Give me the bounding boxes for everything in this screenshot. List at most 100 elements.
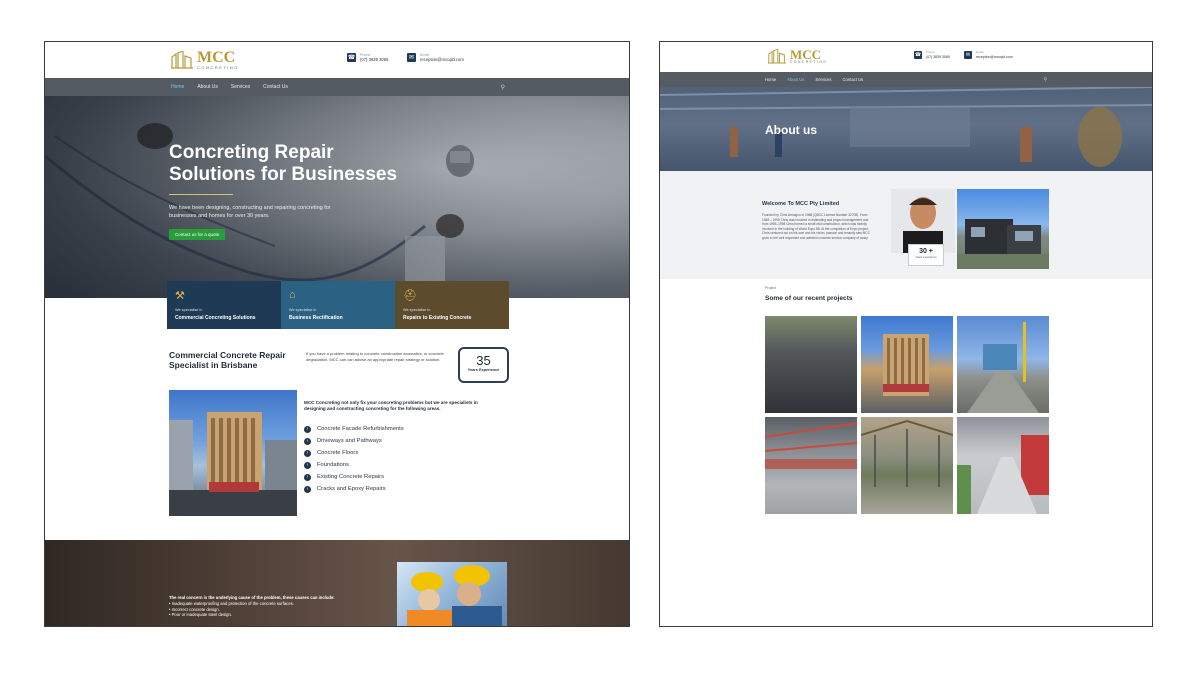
services-row: ⚒ We specialise in Commercial Concreting… [167, 281, 509, 329]
nav-about-us[interactable]: About Us [787, 77, 804, 82]
about-hero-title: About us [765, 123, 817, 137]
causes-text: The real concern is the underlying cause… [169, 595, 369, 618]
search-icon[interactable]: ⚲ [501, 84, 505, 91]
service-pre: We specialise in [289, 308, 317, 312]
phone-contact[interactable]: ☎ Phone (07) 3839 3065 [347, 53, 388, 63]
email-value: reception@mccqld.com [976, 54, 1013, 59]
service-card-commercial[interactable]: ⚒ We specialise in Commercial Concreting… [167, 281, 281, 329]
list-item: › Driveways and Pathways [304, 435, 404, 447]
service-name: Commercial Concreting Solutions [175, 315, 256, 321]
email-value: reception@mccqld.com [420, 57, 464, 63]
welcome-title: Welcome To MCC Pty Limited [762, 201, 840, 207]
chevron-right-icon: › [304, 473, 311, 481]
service-card-repairs[interactable]: ⛑ We specialise in Repairs to Existing C… [395, 281, 509, 329]
logo[interactable]: MCC CONCRETING [768, 48, 827, 64]
chevron-right-icon: › [304, 449, 311, 457]
chevron-right-icon: › [304, 461, 311, 469]
contact-quote-button[interactable]: Contact us for a quote [169, 229, 226, 240]
home-page-screenshot: MCC CONCRETING ☎ Phone (07) 3839 3065 ✉ … [44, 41, 630, 627]
experience-label: Years Experience [467, 368, 500, 372]
nav-services[interactable]: Services [231, 84, 250, 90]
main-nav: Home About Us Services Contact Us ⚲ [45, 78, 629, 96]
experience-number: 35 [476, 353, 491, 368]
experience-badge: 30 + Years experience [908, 244, 944, 266]
phone-value: (07) 3839 3065 [360, 57, 389, 63]
list-item: › Foundations [304, 459, 404, 471]
service-pre: We specialise in [403, 308, 431, 312]
experience-number: 30 + [919, 248, 933, 255]
project-photo-6[interactable] [957, 417, 1049, 514]
list-item-label: Existing Concrete Repairs [317, 474, 385, 480]
welcome-text: Founded by Chris Armagno in 1988 (QBCC L… [762, 213, 870, 240]
hero-subtitle: We have been designing, constructing and… [169, 205, 331, 219]
causes-section: The real concern is the underlying cause… [45, 540, 629, 626]
about-hero-banner: About us [660, 87, 1152, 171]
experience-badge: 35 Years Experience [458, 347, 509, 383]
phone-value: (07) 3839 3065 [926, 54, 950, 59]
intro-text: MCC Concreting not only fix your concret… [304, 400, 478, 412]
mail-icon: ✉ [964, 51, 972, 60]
areas-list: › Concrete Facade Refurbishments › Drivewa… [304, 423, 404, 495]
list-item: › Existing Concrete Repairs [304, 471, 404, 483]
logo-sub-text: CONCRETING [197, 65, 239, 70]
email-contact[interactable]: ✉ Email reception@mccqld.com [407, 53, 464, 63]
chevron-right-icon: › [304, 437, 311, 445]
hero-divider [169, 194, 233, 195]
hero-banner: Concreting Repair Solutions for Business… [45, 96, 629, 298]
site-header: MCC CONCRETING ☎ Phone (07) 3839 3065 ✉ … [660, 42, 1152, 72]
workers-photo [397, 562, 507, 626]
phone-icon: ☎ [914, 51, 922, 60]
list-item-label: Foundations [317, 462, 349, 468]
nav-services[interactable]: Services [815, 77, 831, 82]
building-photo [169, 390, 297, 516]
nav-contact-us[interactable]: Contact Us [263, 84, 288, 90]
projects-grid [765, 316, 1049, 514]
nav-about-us[interactable]: About Us [197, 84, 218, 90]
logo[interactable]: MCC CONCRETING [171, 50, 239, 70]
service-card-rectification[interactable]: ⌂ We specialise in Business Rectificatio… [281, 281, 395, 329]
experience-label: Years experience [915, 255, 937, 259]
list-item-label: Driveways and Pathways [317, 438, 382, 444]
building-logo-icon [171, 51, 193, 69]
welcome-section: Welcome To MCC Pty Limited Founded by Ch… [660, 171, 1152, 279]
phone-contact[interactable]: ☎ Phone (07) 3839 3065 [914, 50, 950, 60]
project-photo-1[interactable] [765, 316, 857, 413]
building-logo-icon [768, 48, 786, 64]
nav-home[interactable]: Home [171, 84, 184, 90]
chevron-right-icon: › [304, 425, 311, 433]
hard-hat-icon: ⛑ [403, 290, 417, 302]
chevron-right-icon: › [304, 485, 311, 493]
project-photo-5[interactable] [861, 417, 953, 514]
nav-home[interactable]: Home [765, 77, 776, 82]
section-title: Commercial Concrete Repair Specialist in… [169, 350, 286, 370]
logo-main-text: MCC [197, 49, 236, 66]
house-icon: ⌂ [289, 289, 296, 301]
list-item-label: Cracks and Epoxy Repairs [317, 486, 386, 492]
list-item: › Cracks and Epoxy Repairs [304, 483, 404, 495]
about-page-screenshot: MCC CONCRETING ☎ Phone (07) 3839 3065 ✉ … [659, 41, 1153, 627]
modern-house-photo [957, 189, 1049, 269]
site-header: MCC CONCRETING ☎ Phone (07) 3839 3065 ✉ … [45, 42, 629, 78]
project-photo-3[interactable] [957, 316, 1049, 413]
service-name: Business Rectification [289, 315, 343, 321]
project-photo-2[interactable] [861, 316, 953, 413]
mail-icon: ✉ [407, 53, 416, 63]
search-icon[interactable]: ⚲ [1043, 77, 1047, 83]
causes-item: • Poor or inadequate steel design. [169, 612, 232, 618]
hero-title: Concreting Repair Solutions for Business… [169, 142, 398, 185]
phone-icon: ☎ [347, 53, 356, 63]
projects-title: Some of our recent projects [765, 295, 853, 302]
projects-pre-label: Project [765, 286, 777, 290]
excavator-icon: ⚒ [175, 290, 185, 302]
email-contact[interactable]: ✉ Email reception@mccqld.com [964, 50, 1013, 60]
logo-sub-text: CONCRETING [790, 60, 828, 64]
service-pre: We specialise in [175, 308, 203, 312]
main-nav: Home About Us Services Contact Us ⚲ [660, 72, 1152, 87]
list-item: › Concrete Floors [304, 447, 404, 459]
nav-contact-us[interactable]: Contact Us [842, 77, 863, 82]
project-photo-4[interactable] [765, 417, 857, 514]
list-item: › Concrete Facade Refurbishments [304, 423, 404, 435]
list-item-label: Concrete Facade Refurbishments [317, 426, 404, 432]
section-text: If you have a problem relating to concre… [306, 351, 444, 362]
service-name: Repairs to Existing Concrete [403, 315, 472, 321]
